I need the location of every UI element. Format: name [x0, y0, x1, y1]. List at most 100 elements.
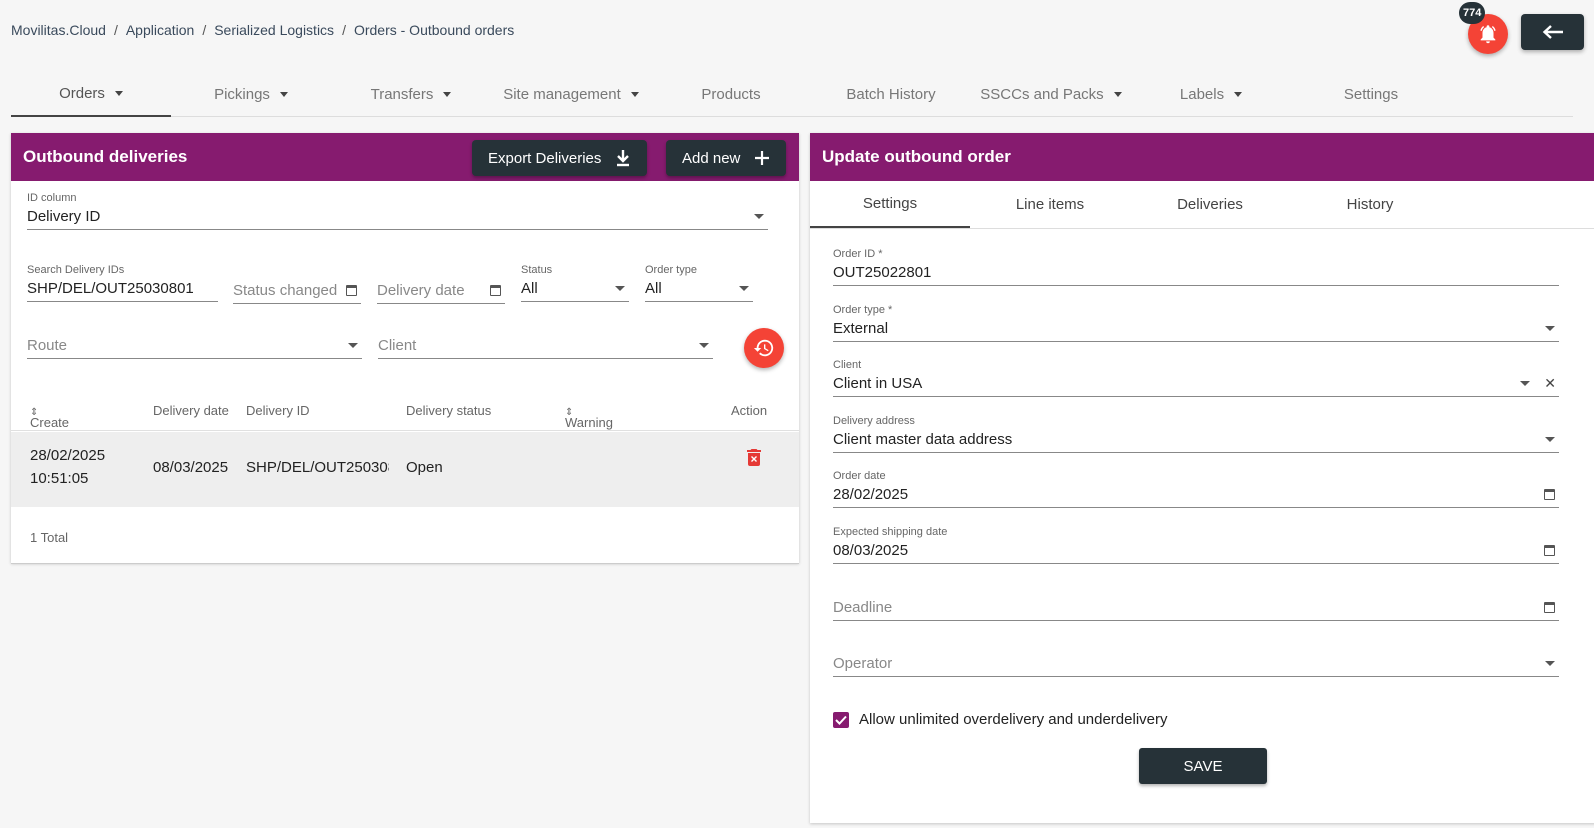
field-label: Order type — [645, 264, 697, 276]
search-delivery-ids-input[interactable]: Search Delivery IDs SHP/DEL/OUT25030801 — [27, 264, 218, 302]
field-value: Operator — [833, 651, 1559, 677]
nav-orders[interactable]: Orders — [11, 71, 171, 117]
selected-value: External — [833, 320, 889, 337]
field-placeholder: Delivery date — [377, 282, 465, 299]
client-select[interactable]: Client — [378, 333, 713, 359]
add-new-button[interactable]: Add new — [666, 140, 787, 176]
operator-select[interactable]: Operator — [833, 651, 1559, 677]
field-label: Expected shipping date — [833, 526, 948, 538]
id-column-select[interactable]: ID column Delivery ID — [27, 192, 768, 230]
field-value: 28/02/2025 — [833, 482, 1559, 508]
field-placeholder: Deadline — [833, 599, 893, 616]
history-icon — [753, 339, 774, 357]
calendar-icon[interactable] — [346, 285, 357, 296]
field-value: Delivery date — [377, 278, 505, 304]
caret-down-icon — [630, 91, 639, 97]
panel-header: Update outbound order — [810, 133, 1594, 181]
selected-value: All — [645, 280, 662, 297]
column-warning[interactable]: Warning ⇕ — [565, 403, 613, 430]
dropdown-arrow-icon — [754, 214, 764, 219]
column-label: Warning — [565, 415, 613, 430]
reset-filters-button[interactable] — [744, 328, 784, 368]
breadcrumb-item[interactable]: Movilitas.Cloud — [11, 22, 106, 38]
nav-transfers[interactable]: Transfers — [331, 71, 491, 117]
field-value: SHP/DEL/OUT25030801 — [27, 276, 218, 302]
field-placeholder: Client — [378, 337, 417, 354]
order-type-select[interactable]: Order type All — [645, 264, 753, 302]
client-select[interactable]: Client Client in USA ✕ — [833, 359, 1559, 397]
save-button[interactable]: SAVE — [1139, 748, 1267, 784]
arrow-left-icon — [1542, 25, 1563, 39]
breadcrumb-separator: / — [342, 22, 346, 38]
tab-line-items[interactable]: Line items — [970, 181, 1130, 228]
back-button[interactable] — [1521, 14, 1584, 50]
nav-label: Site management — [503, 85, 621, 103]
clear-icon[interactable]: ✕ — [1544, 375, 1556, 392]
nav-label: Batch History — [846, 85, 936, 103]
nav-labels[interactable]: Labels — [1131, 71, 1291, 117]
breadcrumb: Movilitas.Cloud / Application / Serializ… — [11, 22, 514, 38]
field-label: Order date — [833, 470, 886, 482]
calendar-icon[interactable] — [490, 285, 501, 296]
caret-down-icon — [1113, 91, 1122, 97]
field-label: Delivery address — [833, 415, 915, 427]
nav-products[interactable]: Products — [651, 71, 811, 117]
nav-batch-history[interactable]: Batch History — [811, 71, 971, 117]
expected-shipping-date-field[interactable]: Expected shipping date 08/03/2025 — [833, 526, 1559, 564]
table-row[interactable]: 28/02/2025 10:51:05 08/03/2025 SHP/DEL/O… — [11, 432, 799, 507]
deadline-field[interactable]: Deadline — [833, 595, 1559, 621]
column-delivery-date: Delivery date — [153, 403, 229, 418]
tab-history[interactable]: History — [1290, 181, 1450, 228]
nav-pickings[interactable]: Pickings — [171, 71, 331, 117]
column-create-datetime[interactable]: Create datetime ⇕ — [30, 403, 80, 445]
tab-settings[interactable]: Settings — [810, 181, 970, 228]
checkbox-checked[interactable] — [833, 711, 849, 728]
field-label: Search Delivery IDs — [27, 264, 125, 276]
overdelivery-checkbox[interactable]: Allow unlimited overdelivery and underde… — [833, 711, 1168, 728]
tab-deliveries[interactable]: Deliveries — [1130, 181, 1290, 228]
route-select[interactable]: Route — [27, 333, 362, 359]
field-placeholder: Route — [27, 337, 68, 354]
field-value: 08/03/2025 — [833, 538, 1559, 564]
field-label: Status — [521, 264, 553, 276]
order-tabs: Settings Line items Deliveries History — [810, 181, 1594, 229]
dropdown-arrow-icon — [739, 286, 749, 291]
dropdown-arrow-icon — [1545, 661, 1555, 666]
field-value: Route — [27, 333, 362, 359]
delivery-address-select[interactable]: Delivery address Client master data addr… — [833, 415, 1559, 453]
nav-ssccs-and-packs[interactable]: SSCCs and Packs — [971, 71, 1131, 117]
breadcrumb-item[interactable]: Serialized Logistics — [214, 22, 334, 38]
bell-icon — [1480, 25, 1496, 44]
nav-site-management[interactable]: Site management — [491, 71, 651, 117]
order-type-select[interactable]: Order type * External — [833, 304, 1559, 342]
status-select[interactable]: Status All — [521, 264, 629, 302]
breadcrumb-item[interactable]: Application — [126, 22, 195, 38]
nav-label: Orders — [59, 84, 105, 102]
nav-label: Transfers — [370, 85, 434, 103]
order-date-field[interactable]: Order date 28/02/2025 — [833, 470, 1559, 508]
order-id-field[interactable]: Order ID * OUT25022801 — [833, 248, 1559, 286]
field-value: OUT25022801 — [833, 260, 1559, 286]
cell-delivery-date: 08/03/2025 — [153, 459, 229, 476]
export-deliveries-button[interactable]: Export Deliveries — [472, 140, 648, 176]
notification-count-badge: 774 — [1459, 2, 1486, 24]
cell-delivery-status: Open — [406, 459, 443, 476]
status-changed-date-field[interactable]: Status changed — [233, 278, 361, 304]
nav-settings[interactable]: Settings — [1291, 71, 1451, 117]
selected-value: All — [521, 280, 538, 297]
cell-create-date: 28/02/2025 — [30, 447, 106, 464]
panel-header: Outbound deliveries Export Deliveries Ad… — [11, 133, 799, 181]
plus-icon — [755, 151, 770, 165]
calendar-icon[interactable] — [1544, 489, 1555, 500]
column-action: Action — [731, 403, 768, 418]
delete-row-button[interactable] — [747, 448, 761, 470]
field-text: 28/02/2025 — [833, 486, 909, 503]
cell-create-time: 10:51:05 — [30, 470, 89, 487]
field-placeholder: Operator — [833, 655, 893, 672]
checkbox-label: Allow unlimited overdelivery and underde… — [859, 711, 1168, 728]
calendar-icon[interactable] — [1544, 545, 1555, 556]
dropdown-arrow-icon — [1520, 381, 1531, 386]
calendar-icon[interactable] — [1544, 602, 1555, 613]
total-count: 1 Total — [30, 530, 69, 545]
delivery-date-field[interactable]: Delivery date — [377, 278, 505, 304]
